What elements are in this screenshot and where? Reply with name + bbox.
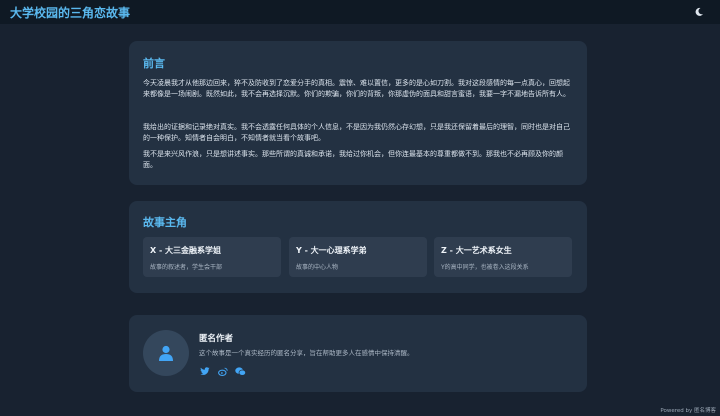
wechat-link[interactable] [235,366,246,376]
character-card-y: Y - 大一心理系学弟 故事的中心人物 [289,237,427,277]
character-card-z: Z - 大一艺术系女生 Y的高中同学，也被卷入这段关系 [434,237,572,277]
character-desc: 故事的中心人物 [296,264,339,271]
social-links [199,366,246,376]
author-name: 匿名作者 [199,334,234,344]
author-bio: 这个故事是一个真实经历的匿名分享，旨在帮助更多人在感情中保持清醒。 [199,349,414,357]
top-bar: 大学校园的三角恋故事 [0,0,720,24]
twitter-icon [199,366,210,375]
site-title[interactable]: 大学校园的三角恋故事 [10,4,130,21]
character-name: Y - 大一心理系学弟 [296,246,367,255]
preface-paragraph: 我不是来兴风作浪，只是想讲述事实。那些所谓的真诚和承诺，我给过你机会，但你连最基… [143,150,563,169]
twitter-link[interactable] [199,366,210,376]
author-card: 匿名作者 这个故事是一个真实经历的匿名分享，旨在帮助更多人在感情中保持清醒。 [129,315,587,392]
avatar [143,330,189,376]
weibo-link[interactable] [217,366,228,376]
preface-card: 前言 今天凌晨我才从他那边回来，猝不及防收到了恋爱分手的真相。震惊、难以置信，更… [129,41,587,185]
character-name: X - 大三金融系学姐 [150,246,222,255]
characters-card: 故事主角 X - 大三金融系学姐 故事的叙述者，学生会干部 Y - 大一心理系学… [129,201,587,293]
character-desc: 故事的叙述者，学生会干部 [150,264,223,271]
preface-paragraph: 我给出的证据和记录绝对真实。我不会透露任何具体的个人信息，不是因为我仍然心存幻想… [143,123,570,142]
character-name: Z - 大一艺术系女生 [441,246,512,255]
preface-paragraph: 今天凌晨我才从他那边回来，猝不及防收到了恋爱分手的真相。震惊、难以置信，更多的是… [143,79,570,98]
preface-heading: 前言 [143,57,165,70]
powered-by-link[interactable]: Powered by 匿名博客 [660,406,716,414]
weibo-icon [217,367,228,376]
characters-heading: 故事主角 [143,216,187,229]
character-desc: Y的高中同学，也被卷入这段关系 [441,264,529,271]
moon-icon [695,7,703,16]
wechat-icon [235,366,246,376]
theme-toggle-button[interactable] [692,5,706,19]
user-icon [159,345,173,361]
character-card-x: X - 大三金融系学姐 故事的叙述者，学生会干部 [143,237,281,277]
